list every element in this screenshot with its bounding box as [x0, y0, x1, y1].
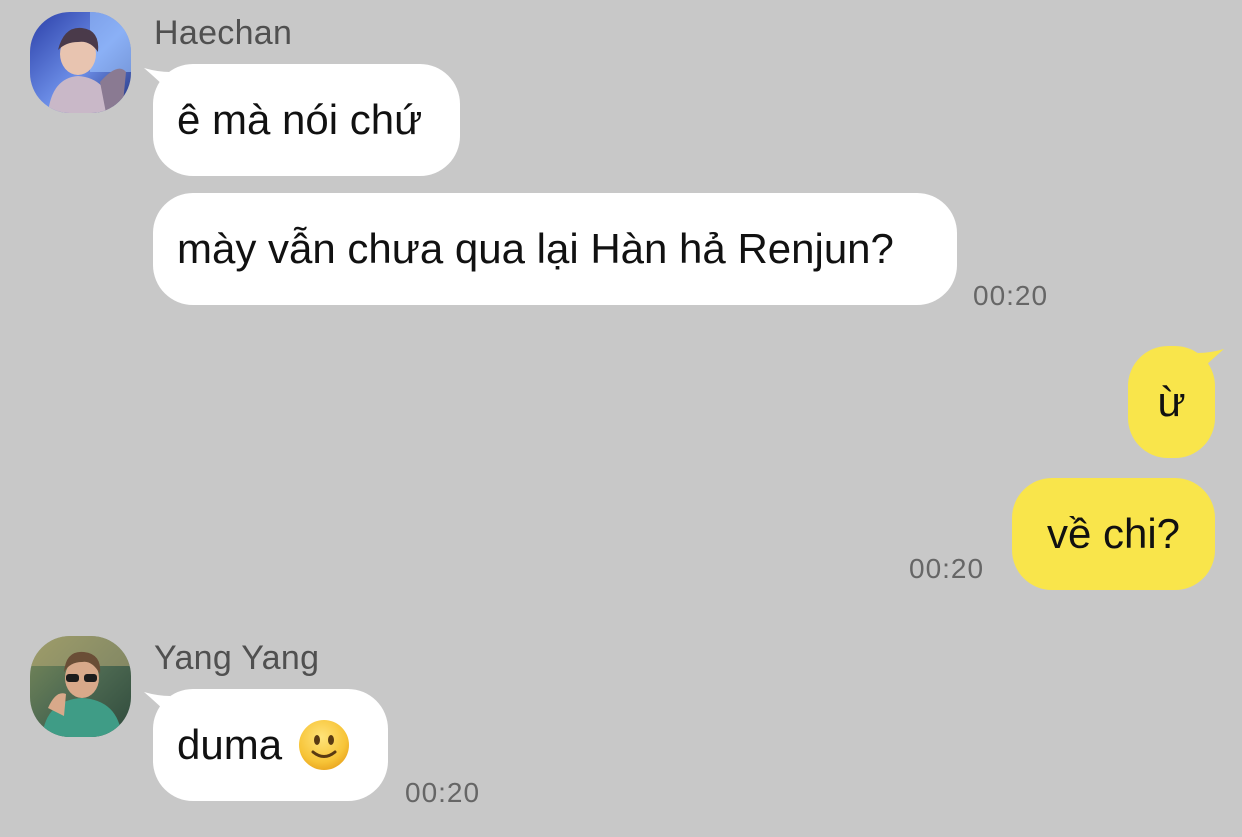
- slightly-smiling-face-icon: [299, 720, 350, 770]
- sender-name-haechan: Haechan: [154, 14, 293, 52]
- message-bubble-incoming[interactable]: ê mà nói chứ: [153, 64, 460, 176]
- haechan-avatar[interactable]: [30, 12, 131, 113]
- message-timestamp: 00:20: [405, 777, 481, 808]
- message-bubble-outgoing[interactable]: ừ: [1128, 346, 1215, 458]
- message-bubble-outgoing[interactable]: về chi?: [1012, 478, 1215, 590]
- haechan-avatar-image: [30, 12, 131, 113]
- message-bubble-incoming[interactable]: duma: [153, 689, 388, 801]
- message-text: ê mà nói chứ: [177, 96, 423, 143]
- sender-name-yangyang: Yang Yang: [154, 639, 320, 677]
- yangyang-avatar-image: [30, 636, 131, 737]
- message-bubble-incoming[interactable]: mày vẫn chưa qua lại Hàn hả Renjun?: [153, 193, 957, 305]
- message-text: về chi?: [1046, 510, 1181, 557]
- message-timestamp: 00:20: [909, 553, 985, 584]
- message-text: duma: [177, 721, 283, 768]
- yangyang-avatar[interactable]: [30, 636, 131, 737]
- message-text: ừ: [1157, 378, 1186, 425]
- message-timestamp: 00:20: [973, 280, 1049, 311]
- message-text: mày vẫn chưa qua lại Hàn hả Renjun?: [177, 225, 894, 272]
